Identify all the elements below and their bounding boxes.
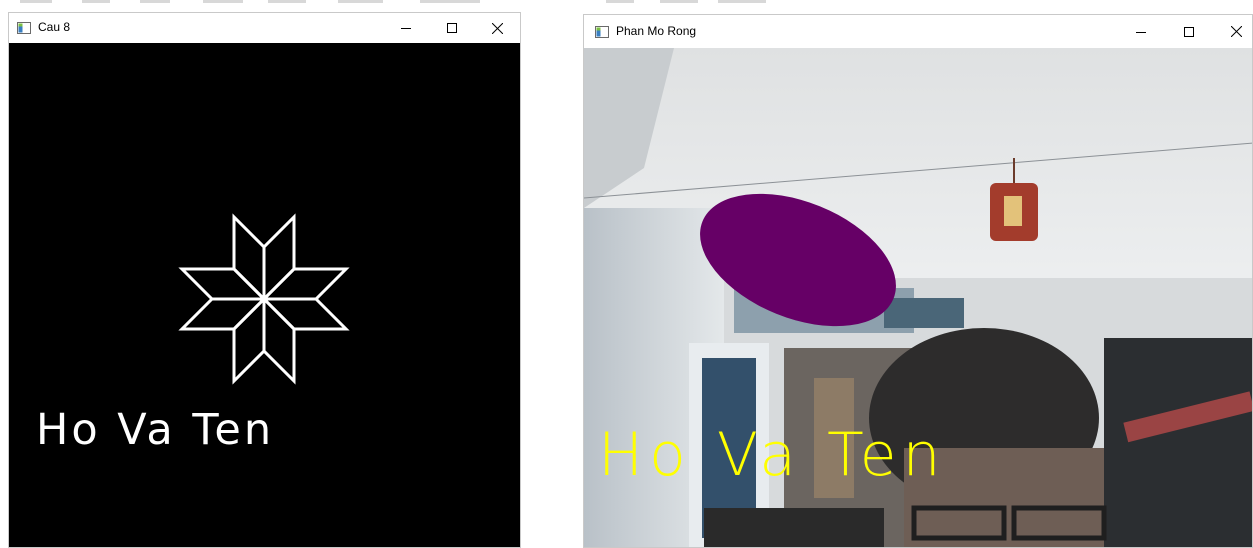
background-text-fragment <box>338 0 383 3</box>
star-petal <box>262 213 296 303</box>
black-bags <box>1104 338 1252 547</box>
star-petal <box>260 267 350 301</box>
window-title: Phan Mo Rong <box>616 24 697 38</box>
maximize-button[interactable] <box>430 13 474 43</box>
lantern-panel <box>1004 196 1022 226</box>
maximize-icon <box>1184 26 1194 37</box>
close-icon <box>491 22 503 34</box>
close-button[interactable] <box>1214 15 1253 48</box>
app-window-icon <box>17 22 31 34</box>
minimize-button[interactable] <box>1119 15 1163 48</box>
star-petal <box>262 295 296 385</box>
star-petal <box>232 295 266 385</box>
minimize-icon <box>1136 31 1146 33</box>
star-petal <box>178 267 268 301</box>
title-bar[interactable]: Cau 8 <box>9 13 520 43</box>
background-text-fragment <box>606 0 634 3</box>
background-text-fragment <box>420 0 480 3</box>
canvas-area: Ho Va Ten <box>9 43 520 547</box>
star-petal <box>178 297 268 331</box>
name-text: Ho Va Ten <box>36 405 275 455</box>
maximize-icon <box>447 23 457 33</box>
background-text-fragment <box>203 0 243 3</box>
background-text-fragment <box>140 0 170 3</box>
window-title: Cau 8 <box>38 20 71 34</box>
dark-object <box>704 508 884 547</box>
background-text-fragment <box>82 0 110 3</box>
minimize-button[interactable] <box>384 13 428 43</box>
title-bar[interactable]: Phan Mo Rong <box>584 15 1252 48</box>
star-shape <box>178 213 350 385</box>
name-text: Ho Va Ten <box>598 420 947 490</box>
minimize-icon <box>401 28 411 29</box>
window-phan-mo-rong: Phan Mo Rong Ho Va Ten <box>583 14 1253 548</box>
background-text-fragment <box>268 0 306 3</box>
window-cau-8: Cau 8 Ho Va Ten <box>8 12 521 548</box>
background-text-fragment <box>20 0 52 3</box>
background-text-fragment <box>718 0 766 3</box>
maximize-button[interactable] <box>1167 15 1211 48</box>
app-window-icon <box>595 26 609 38</box>
webcam-view: Ho Va Ten <box>584 48 1252 547</box>
star-petal <box>260 297 350 331</box>
close-icon <box>1230 26 1242 37</box>
shelf <box>884 298 964 328</box>
background-text-fragment <box>660 0 698 3</box>
close-button[interactable] <box>475 13 519 43</box>
star-petal <box>232 213 266 303</box>
